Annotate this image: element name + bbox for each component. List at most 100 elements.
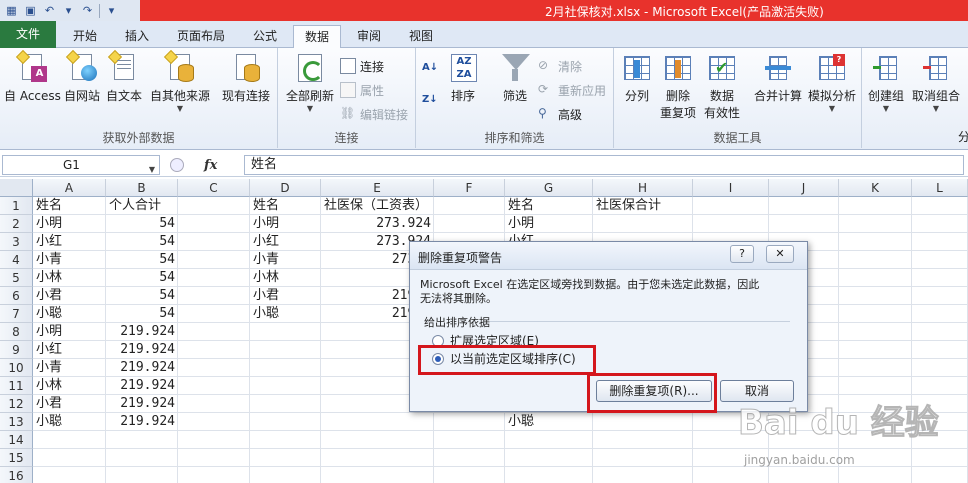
column-header-d[interactable]: D: [250, 179, 321, 197]
insert-function-icon[interactable]: fx: [204, 158, 217, 173]
cell-b7[interactable]: 54: [106, 305, 178, 323]
cell-g2[interactable]: 小明: [505, 215, 593, 233]
column-header-j[interactable]: J: [769, 179, 839, 197]
cell-b1[interactable]: 个人合计: [106, 197, 178, 215]
cell-b12[interactable]: 219.924: [106, 395, 178, 413]
column-header-b[interactable]: B: [106, 179, 178, 197]
cell-b4[interactable]: 54: [106, 251, 178, 269]
formula-input[interactable]: 姓名: [244, 155, 964, 175]
redo-icon[interactable]: ↷: [80, 3, 95, 18]
refresh-all-button[interactable]: 全部刷新 ▼: [286, 52, 334, 113]
cell-d5[interactable]: 小林: [250, 269, 321, 287]
edit-links-button[interactable]: ⛓ 编辑链接: [340, 104, 408, 124]
cell-g13[interactable]: 小聪: [505, 413, 593, 431]
row-header-11[interactable]: 11: [0, 377, 33, 395]
subtotal-button[interactable]: 分: [958, 126, 968, 146]
sort-descending-button[interactable]: Z↓: [422, 92, 438, 112]
cell-b11[interactable]: 219.924: [106, 377, 178, 395]
remove-duplicates-button[interactable]: 删除 重复项: [660, 52, 696, 121]
row-header-12[interactable]: 12: [0, 395, 33, 413]
existing-connections-button[interactable]: 现有连接: [222, 52, 270, 104]
column-header-k[interactable]: K: [839, 179, 912, 197]
tab-file[interactable]: 文件: [0, 21, 56, 48]
clear-filter-button[interactable]: ⊘ 清除: [538, 56, 582, 76]
row-header-6[interactable]: 6: [0, 287, 33, 305]
cell-a6[interactable]: 小君: [33, 287, 106, 305]
cell-a1[interactable]: 姓名: [33, 197, 106, 215]
ungroup-button[interactable]: 取消组合 ▼: [912, 52, 960, 113]
cell-b5[interactable]: 54: [106, 269, 178, 287]
sort-ascending-button[interactable]: A↓: [422, 60, 438, 80]
advanced-filter-button[interactable]: ⚲ 高级: [538, 104, 582, 124]
row-header-10[interactable]: 10: [0, 359, 33, 377]
row-header-8[interactable]: 8: [0, 323, 33, 341]
column-header-i[interactable]: I: [693, 179, 769, 197]
cell-h1[interactable]: 社医保合计: [593, 197, 693, 215]
row-header-1[interactable]: 1: [0, 197, 33, 215]
text-to-columns-button[interactable]: 分列: [622, 52, 652, 104]
cancel-formula-icon[interactable]: [170, 158, 184, 172]
cell-b13[interactable]: 219.924: [106, 413, 178, 431]
group-button[interactable]: 创建组 ▼: [868, 52, 904, 113]
cell-b8[interactable]: 219.924: [106, 323, 178, 341]
column-header-a[interactable]: A: [33, 179, 106, 197]
tab-formulas[interactable]: 公式: [240, 25, 290, 48]
cell-b6[interactable]: 54: [106, 287, 178, 305]
what-if-analysis-button[interactable]: ? 模拟分析 ▼: [808, 52, 856, 113]
row-header-2[interactable]: 2: [0, 215, 33, 233]
close-button[interactable]: ✕: [766, 245, 794, 263]
cell-d3[interactable]: 小红: [250, 233, 321, 251]
row-header-3[interactable]: 3: [0, 233, 33, 251]
undo-icon[interactable]: ↶: [42, 3, 57, 18]
row-header-7[interactable]: 7: [0, 305, 33, 323]
from-other-sources-button[interactable]: 自其他来源 ▼: [150, 49, 210, 113]
column-header-f[interactable]: F: [434, 179, 505, 197]
cell-b3[interactable]: 54: [106, 233, 178, 251]
row-header-5[interactable]: 5: [0, 269, 33, 287]
name-box[interactable]: G1 ▼: [2, 155, 160, 175]
cell-a12[interactable]: 小君: [33, 395, 106, 413]
reapply-button[interactable]: ⟳ 重新应用: [538, 80, 606, 100]
from-access-button[interactable]: A 自 Access: [4, 49, 61, 104]
row-header-15[interactable]: 15: [0, 449, 33, 467]
cell-g1[interactable]: 姓名: [505, 197, 593, 215]
row-header-14[interactable]: 14: [0, 431, 33, 449]
tab-page-layout[interactable]: 页面布局: [164, 25, 238, 48]
tab-insert[interactable]: 插入: [112, 25, 162, 48]
properties-button[interactable]: 属性: [340, 80, 384, 100]
cell-a3[interactable]: 小红: [33, 233, 106, 251]
cell-a4[interactable]: 小青: [33, 251, 106, 269]
customize-qat-icon[interactable]: ▾: [104, 3, 119, 18]
tab-data[interactable]: 数据: [293, 25, 341, 48]
cell-d1[interactable]: 姓名: [250, 197, 321, 215]
save-icon[interactable]: ▣: [23, 3, 38, 18]
filter-button[interactable]: 筛选: [500, 52, 530, 104]
cell-a10[interactable]: 小青: [33, 359, 106, 377]
cell-d4[interactable]: 小青: [250, 251, 321, 269]
cell-a11[interactable]: 小林: [33, 377, 106, 395]
row-header-16[interactable]: 16: [0, 467, 33, 483]
row-header-13[interactable]: 13: [0, 413, 33, 431]
cell-e1[interactable]: 社医保（工资表）: [321, 197, 434, 215]
chevron-down-icon[interactable]: ▼: [149, 161, 155, 179]
cell-b10[interactable]: 219.924: [106, 359, 178, 377]
row-header-4[interactable]: 4: [0, 251, 33, 269]
cell-a8[interactable]: 小明: [33, 323, 106, 341]
help-button[interactable]: ?: [730, 245, 754, 263]
from-web-button[interactable]: 自网站: [64, 49, 100, 104]
cell-a2[interactable]: 小明: [33, 215, 106, 233]
column-header-l[interactable]: L: [912, 179, 968, 197]
cell-b9[interactable]: 219.924: [106, 341, 178, 359]
tab-home[interactable]: 开始: [60, 25, 110, 48]
column-header-c[interactable]: C: [178, 179, 250, 197]
cell-a13[interactable]: 小聪: [33, 413, 106, 431]
tab-view[interactable]: 视图: [396, 25, 446, 48]
column-header-g[interactable]: G: [505, 179, 593, 197]
data-validation-button[interactable]: 数据 有效性: [704, 52, 740, 121]
row-header-9[interactable]: 9: [0, 341, 33, 359]
chevron-down-icon[interactable]: ▾: [61, 3, 76, 18]
cell-a9[interactable]: 小红: [33, 341, 106, 359]
tab-review[interactable]: 审阅: [344, 25, 394, 48]
column-header-h[interactable]: H: [593, 179, 693, 197]
cell-d7[interactable]: 小聪: [250, 305, 321, 323]
